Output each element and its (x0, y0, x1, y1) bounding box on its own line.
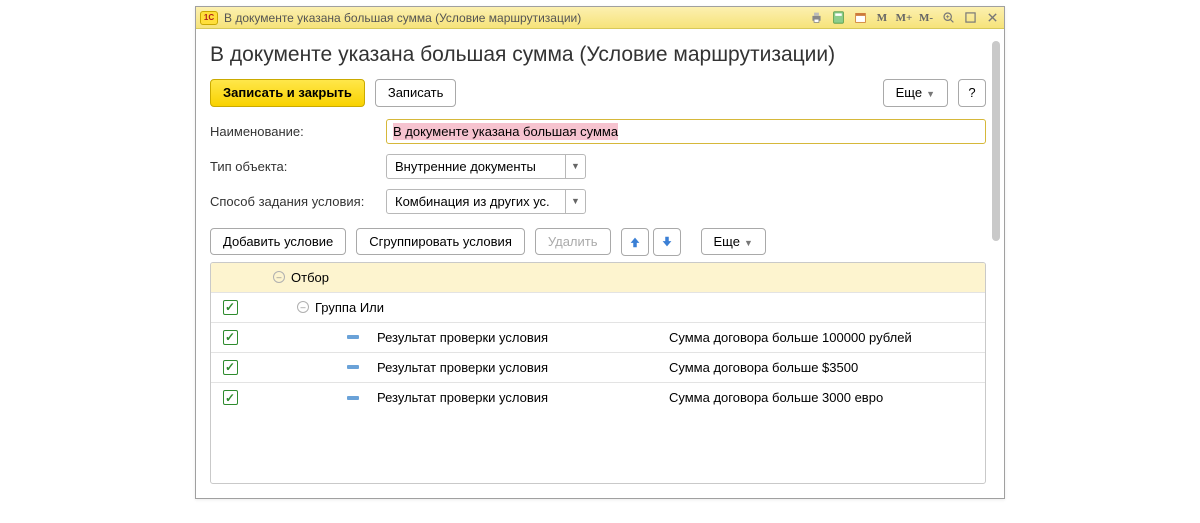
checkbox[interactable] (223, 360, 238, 375)
scrollbar[interactable] (992, 41, 1000, 241)
tree-root-row[interactable]: – Отбор (211, 263, 985, 293)
tree-leaf-value: Сумма договора больше $3500 (669, 360, 979, 375)
conditions-tree: – Отбор – Группа Или Результат проверки … (210, 262, 986, 484)
tree-leaf-label: Результат проверки условия (377, 330, 548, 345)
print-icon[interactable] (808, 10, 824, 26)
titlebar: 1C В документе указана большая сумма (Ус… (196, 7, 1004, 29)
window-title: В документе указана большая сумма (Услов… (224, 11, 802, 25)
checkbox[interactable] (223, 390, 238, 405)
name-input-value: В документе указана большая сумма (393, 123, 618, 140)
leaf-icon (347, 365, 359, 369)
chevron-down-icon[interactable]: ▼ (565, 190, 585, 213)
checkbox[interactable] (223, 300, 238, 315)
checkbox[interactable] (223, 330, 238, 345)
memory-mplus-icon[interactable]: M+ (896, 10, 912, 26)
move-up-button[interactable] (621, 228, 649, 256)
object-type-value: Внутренние документы (387, 155, 565, 178)
memory-m-icon[interactable]: M (874, 10, 890, 26)
leaf-icon (347, 396, 359, 400)
page-title: В документе указана большая сумма (Услов… (210, 43, 986, 67)
main-toolbar: Записать и закрыть Записать Еще▼ ? (210, 79, 986, 107)
app-window: 1C В документе указана большая сумма (Ус… (195, 6, 1005, 499)
memory-mminus-icon[interactable]: M- (918, 10, 934, 26)
conditions-more-label: Еще (714, 234, 740, 249)
name-row: Наименование: В документе указана больша… (210, 119, 986, 144)
content-area: В документе указана большая сумма (Услов… (196, 29, 1004, 498)
app-logo-icon: 1C (200, 11, 218, 25)
zoom-icon[interactable] (940, 10, 956, 26)
tree-leaf-value: Сумма договора больше 100000 рублей (669, 330, 979, 345)
condition-mode-row: Способ задания условия: Комбинация из др… (210, 189, 986, 214)
tree-group-label: Группа Или (315, 300, 384, 315)
calculator-icon[interactable] (830, 10, 846, 26)
save-and-close-button[interactable]: Записать и закрыть (210, 79, 365, 107)
conditions-toolbar: Добавить условие Сгруппировать условия У… (210, 228, 986, 256)
chevron-down-icon[interactable]: ▼ (565, 155, 585, 178)
leaf-icon (347, 335, 359, 339)
name-input[interactable]: В документе указана большая сумма (386, 119, 986, 144)
collapse-icon[interactable]: – (297, 301, 309, 313)
tree-leaf-row[interactable]: Результат проверки условия Сумма договор… (211, 383, 985, 413)
tree-leaf-label: Результат проверки условия (377, 390, 548, 405)
titlebar-buttons: M M+ M- (808, 10, 1000, 26)
object-type-label: Тип объекта: (210, 159, 380, 174)
object-type-row: Тип объекта: Внутренние документы ▼ (210, 154, 986, 179)
tree-leaf-value: Сумма договора больше 3000 евро (669, 390, 979, 405)
object-type-combo[interactable]: Внутренние документы ▼ (386, 154, 586, 179)
tree-leaf-label: Результат проверки условия (377, 360, 548, 375)
conditions-more-button[interactable]: Еще▼ (701, 228, 766, 256)
name-label: Наименование: (210, 124, 380, 139)
save-button[interactable]: Записать (375, 79, 457, 107)
condition-mode-combo[interactable]: Комбинация из других ус. ▼ (386, 189, 586, 214)
tree-group-row[interactable]: – Группа Или (211, 293, 985, 323)
tree-empty-space (211, 413, 985, 483)
tree-root-label: Отбор (291, 270, 329, 285)
delete-button[interactable]: Удалить (535, 228, 611, 256)
tree-leaf-row[interactable]: Результат проверки условия Сумма договор… (211, 323, 985, 353)
more-button[interactable]: Еще▼ (883, 79, 948, 107)
reorder-buttons (621, 228, 681, 256)
group-conditions-button[interactable]: Сгруппировать условия (356, 228, 525, 256)
maximize-icon[interactable] (962, 10, 978, 26)
more-button-label: Еще (896, 85, 922, 100)
move-down-button[interactable] (653, 228, 681, 256)
condition-mode-label: Способ задания условия: (210, 194, 380, 209)
calendar-icon[interactable] (852, 10, 868, 26)
tree-leaf-row[interactable]: Результат проверки условия Сумма договор… (211, 353, 985, 383)
add-condition-button[interactable]: Добавить условие (210, 228, 346, 256)
condition-mode-value: Комбинация из других ус. (387, 190, 565, 213)
close-icon[interactable] (984, 10, 1000, 26)
collapse-icon[interactable]: – (273, 271, 285, 283)
help-button[interactable]: ? (958, 79, 986, 107)
